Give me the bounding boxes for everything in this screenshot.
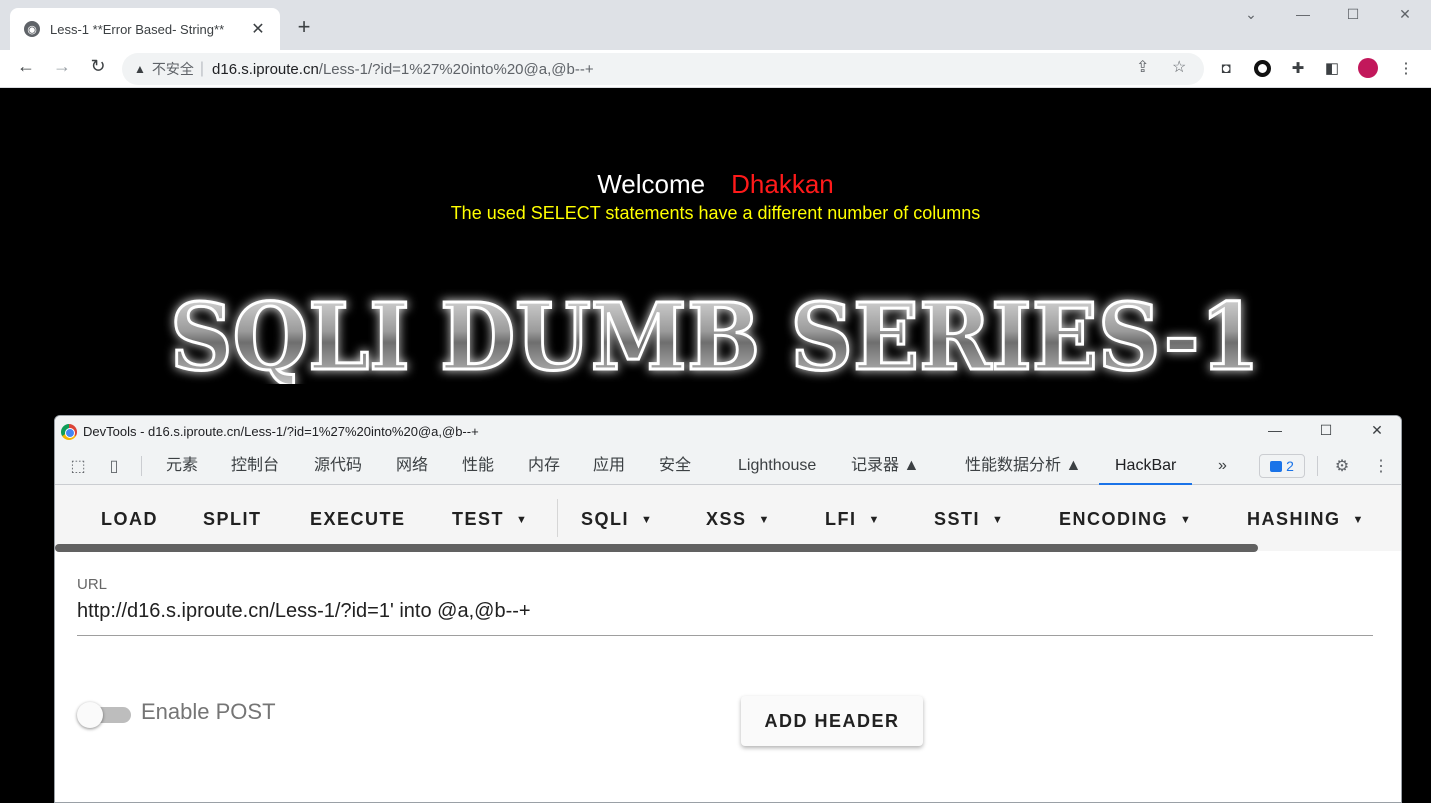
- menu-divider: [557, 499, 558, 537]
- devtools-titlebar: DevTools - d16.s.iproute.cn/Less-1/?id=1…: [55, 416, 1401, 447]
- devtools-menu-icon[interactable]: ⋮: [1370, 456, 1392, 476]
- warning-icon[interactable]: ▲: [134, 62, 146, 76]
- reload-icon[interactable]: ↻: [85, 56, 111, 77]
- issues-count: 2: [1286, 458, 1294, 474]
- devtools-maximize-icon[interactable]: ☐: [1311, 422, 1341, 439]
- bookmark-star-icon[interactable]: ☆: [1172, 57, 1186, 77]
- address-host: d16.s.iproute.cn: [212, 60, 319, 78]
- ssti-dropdown[interactable]: SSTI ▼: [934, 509, 1004, 530]
- encoding-dropdown[interactable]: ENCODING ▼: [1059, 509, 1192, 530]
- ring-extension-icon[interactable]: [1252, 58, 1272, 78]
- add-header-button[interactable]: ADD HEADER: [741, 696, 923, 746]
- caret-down-icon: ▼: [1180, 514, 1193, 526]
- sqli-dropdown[interactable]: SQLI ▼: [581, 509, 653, 530]
- tab-application[interactable]: 应用: [593, 447, 625, 485]
- tab-security[interactable]: 安全: [659, 447, 691, 485]
- hashing-dropdown[interactable]: HASHING ▼: [1247, 509, 1365, 530]
- new-tab-button[interactable]: +: [292, 14, 316, 40]
- address-divider: |: [199, 60, 205, 77]
- split-button[interactable]: SPLIT: [203, 509, 262, 530]
- url-input[interactable]: http://d16.s.iproute.cn/Less-1/?id=1' in…: [77, 600, 531, 623]
- welcome-label: Welcome: [597, 169, 706, 199]
- profile-avatar[interactable]: [1358, 58, 1378, 78]
- back-icon[interactable]: ←: [13, 56, 39, 77]
- browser-menu-icon[interactable]: ⋮: [1396, 58, 1416, 78]
- caret-down-icon: ▼: [992, 514, 1005, 526]
- maximize-icon[interactable]: ☐: [1338, 6, 1368, 23]
- address-path: /Less-1/?id=1%27%20into%20@a,@b--+: [318, 60, 594, 78]
- inspect-element-icon[interactable]: ⬚: [67, 456, 89, 476]
- insecure-label[interactable]: 不安全: [152, 59, 194, 79]
- more-tabs-icon[interactable]: »: [1218, 447, 1227, 485]
- tab-performance-insights[interactable]: 性能数据分析 ▲: [965, 447, 1081, 485]
- caret-down-icon: ▼: [758, 514, 771, 526]
- forward-icon[interactable]: →: [49, 56, 75, 77]
- enable-post-label[interactable]: Enable POST: [141, 699, 276, 725]
- tab-title: Less-1 **Error Based- String**: [50, 21, 225, 37]
- tab-close-icon[interactable]: ✕: [248, 19, 268, 39]
- caret-down-icon: ▼: [516, 514, 529, 526]
- devtools-minimize-icon[interactable]: —: [1260, 422, 1290, 438]
- enable-post-toggle[interactable]: [77, 702, 131, 728]
- hackbar-menu-bar: LOAD SPLIT EXECUTE TEST ▼ SQLI ▼ XSS ▼ LFI ▼…: [55, 485, 1401, 552]
- load-button[interactable]: LOAD: [101, 509, 158, 530]
- share-icon[interactable]: ⇪: [1136, 57, 1149, 77]
- issues-icon: [1270, 460, 1283, 472]
- toolbar-divider: [141, 456, 142, 476]
- devtools-window-title: DevTools - d16.s.iproute.cn/Less-1/?id=1…: [83, 424, 479, 439]
- tab-console[interactable]: 控制台: [231, 447, 279, 485]
- close-window-icon[interactable]: ✕: [1390, 6, 1420, 23]
- issues-counter[interactable]: 2: [1259, 454, 1305, 478]
- lfi-dropdown[interactable]: LFI ▼: [825, 509, 881, 530]
- devtools-window: DevTools - d16.s.iproute.cn/Less-1/?id=1…: [54, 415, 1402, 803]
- test-dropdown[interactable]: TEST ▼: [452, 509, 528, 530]
- settings-gear-icon[interactable]: ⚙: [1331, 456, 1353, 476]
- chrome-logo-icon: [61, 423, 77, 440]
- horizontal-scrollbar[interactable]: [55, 544, 1258, 552]
- url-input-underline: [77, 635, 1373, 636]
- tab-hackbar[interactable]: HackBar: [1099, 447, 1193, 485]
- welcome-name: Dhakkan: [731, 169, 834, 199]
- tab-memory[interactable]: 内存: [528, 447, 560, 485]
- devtools-tab-bar: ⬚ ▯ 元素 控制台 源代码 网络 性能 内存 应用 安全 Lighthouse…: [55, 447, 1401, 485]
- tab-sources[interactable]: 源代码: [314, 447, 362, 485]
- toggle-knob: [77, 702, 103, 728]
- minimize-icon[interactable]: —: [1288, 6, 1318, 22]
- extensions-puzzle-icon[interactable]: ✚: [1288, 58, 1308, 78]
- tab-elements[interactable]: 元素: [166, 447, 198, 485]
- tab-network[interactable]: 网络: [396, 447, 428, 485]
- devtools-close-icon[interactable]: ✕: [1362, 422, 1392, 439]
- device-toolbar-icon[interactable]: ▯: [103, 456, 125, 476]
- side-panel-icon[interactable]: ◧: [1322, 58, 1342, 78]
- globe-icon: ◉: [24, 21, 40, 37]
- banner-text: SQLI DUMB SERIES-1: [170, 289, 1260, 384]
- browser-toolbar: ← → ↻ ▲ 不安全 | d16.s.iproute.cn /Less-1/?…: [0, 50, 1431, 88]
- sql-error-message: The used SELECT statements have a differ…: [450, 203, 981, 223]
- tab-recorder[interactable]: 记录器 ▲: [851, 447, 919, 485]
- caret-down-icon: ▼: [1352, 514, 1365, 526]
- toolbar-divider: [1317, 456, 1318, 476]
- tab-performance[interactable]: 性能: [462, 447, 494, 485]
- xss-dropdown[interactable]: XSS ▼: [706, 509, 771, 530]
- sqli-banner: SQLI DUMB SERIES-1: [169, 289, 1262, 384]
- browser-tab-strip: ◉ Less-1 **Error Based- String** ✕ + ⌄ —…: [0, 0, 1431, 50]
- tab-search-icon[interactable]: ⌄: [1236, 6, 1266, 23]
- address-bar[interactable]: ▲ 不安全 | d16.s.iproute.cn /Less-1/?id=1%2…: [122, 53, 1204, 85]
- caret-down-icon: ▼: [868, 514, 881, 526]
- tab-lighthouse[interactable]: Lighthouse: [738, 447, 816, 485]
- camera-extension-icon[interactable]: ◘: [1216, 58, 1236, 78]
- welcome-line: Welcome Dhakkan: [0, 169, 1431, 200]
- execute-button[interactable]: EXECUTE: [310, 509, 406, 530]
- browser-tab[interactable]: ◉ Less-1 **Error Based- String** ✕: [10, 8, 280, 50]
- caret-down-icon: ▼: [641, 514, 654, 526]
- url-field-label: URL: [77, 576, 108, 593]
